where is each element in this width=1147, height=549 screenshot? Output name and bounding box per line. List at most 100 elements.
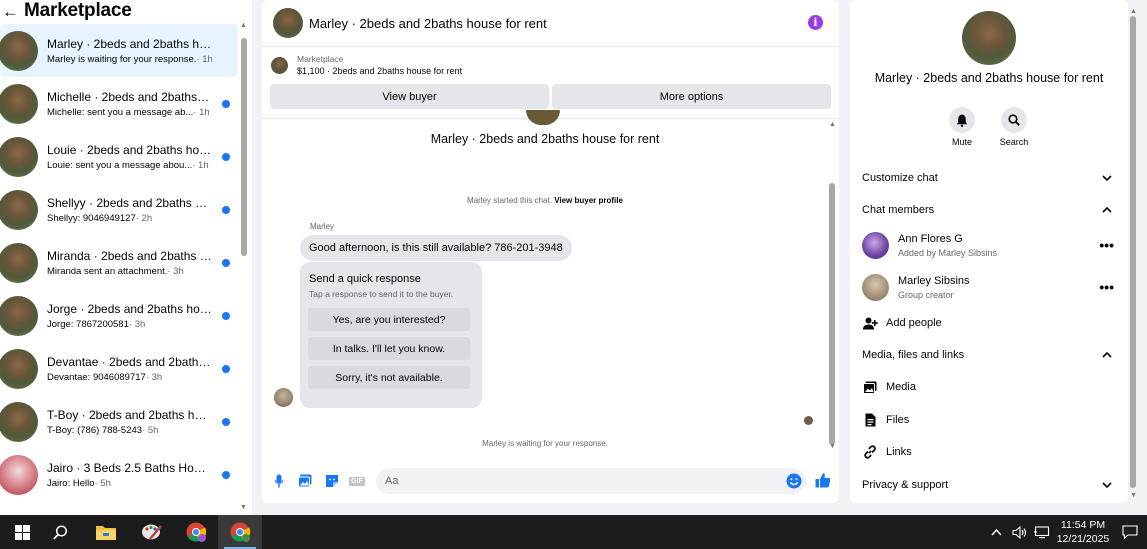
add-people-row[interactable]: Add people [862,314,942,332]
member-row[interactable]: Ann Flores G Added by Marley Sibsins ••• [862,231,1118,261]
scroll-up-arrow-icon[interactable]: ▲ [1130,8,1137,15]
listing-avatar[interactable] [962,11,1016,65]
conversation-item[interactable]: Michelle · 2beds and 2baths h... Michelle… [0,77,238,130]
sidebar-scrollbar[interactable]: ▲ ▼ [240,22,247,511]
conversation-preview: T-Boy: (786) 788-5243 [47,424,143,436]
scroll-up-arrow-icon[interactable]: ▲ [829,121,836,128]
photo-icon[interactable] [298,474,312,488]
chrome-profile-icon[interactable] [174,515,218,549]
marketplace-listing-bar[interactable]: Marketplace $1,100 · 2beds and 2baths ho… [262,47,839,83]
info-icon[interactable]: i [808,15,823,30]
media-row[interactable]: Media [862,378,916,396]
listing-thumbnail[interactable] [273,8,303,38]
mute-label: Mute [951,137,972,147]
chat-members-row[interactable]: Chat members [862,199,1118,221]
microphone-icon[interactable] [272,474,286,488]
media-files-links-label: Media, files and links [862,349,965,361]
listing-thumbnail [0,348,38,389]
conversation-item[interactable]: Devantae · 2beds and 2baths ... Devantae:… [0,342,238,395]
conversation-name: Michelle · 2beds and 2baths h... [47,89,212,104]
quick-response-yes-button[interactable]: Yes, are you interested? [308,308,470,331]
quick-response-subtitle: Tap a response to send it to the buyer. [309,289,454,299]
gif-icon[interactable]: GIF [349,474,365,488]
member-row[interactable]: Marley Sibsins Group creator ••• [862,273,1118,303]
member-avatar[interactable] [862,232,889,259]
conversation-item[interactable]: Louie · 2beds and 2baths hous... Louie: s… [0,130,238,183]
sender-avatar[interactable] [274,388,293,407]
conversation-item[interactable]: Jairo · 3 Beds 2.5 Baths House Jairo: Hel… [0,448,238,501]
more-options-button[interactable]: More options [552,84,831,109]
conversation-preview-line: Louie: sent you a message abou...· 1h [47,160,212,171]
sticker-icon[interactable] [325,474,339,488]
chat-title[interactable]: Marley · 2beds and 2baths house for rent [309,16,547,31]
files-row[interactable]: Files [862,411,909,429]
like-icon[interactable] [815,472,831,488]
search-icon[interactable] [38,515,82,549]
chat-listing-image [526,110,560,125]
quick-response-in-talks-button[interactable]: In talks. I'll let you know. [308,337,470,360]
chat-started-text: Marley started this chat. [467,196,552,205]
mute-action[interactable]: Mute [942,107,982,147]
emoji-icon[interactable] [786,473,802,489]
chevron-down-icon [1102,172,1112,184]
privacy-support-row[interactable]: Privacy & support [862,474,1118,496]
more-options-icon[interactable]: ••• [1099,279,1114,295]
listing-thumbnail [0,83,38,124]
conversation-item[interactable]: T-Boy · 2beds and 2baths hou... T-Boy: (7… [0,395,238,448]
chat-scrollbar[interactable]: ▲ ▼ [828,121,836,451]
conversation-preview-line: Miranda sent an attachment.· 3h [47,266,212,277]
more-options-icon[interactable]: ••• [1099,237,1114,253]
view-buyer-button[interactable]: View buyer [270,84,549,109]
member-role: Added by Marley Sibsins [898,248,998,258]
back-arrow-icon[interactable]: ← [2,3,24,20]
listing-thumbnail [0,189,38,230]
network-icon[interactable] [1034,515,1050,549]
details-scrollbar[interactable]: ▲ ▼ [1129,8,1137,502]
scroll-down-arrow-icon[interactable]: ▼ [240,504,247,511]
conversation-preview: Jairo: Hello [47,477,95,489]
quick-response-not-available-button[interactable]: Sorry, it's not available. [308,366,470,389]
chat-header: Marley · 2beds and 2baths house for rent… [262,0,839,47]
chrome-active-icon[interactable] [218,515,262,549]
details-scroll-thumb[interactable] [1130,16,1136,488]
conversation-name: Louie · 2beds and 2baths hous... [47,142,212,157]
conversation-preview: Louie: sent you a message abou... [47,159,193,171]
listing-thumbnail [0,242,38,283]
member-avatar[interactable] [862,274,889,301]
listing-thumbnail [0,454,38,495]
listing-thumbnail [0,136,38,177]
chat-scroll-thumb[interactable] [829,183,835,445]
customize-chat-row[interactable]: Customize chat [862,167,1118,189]
conversation-item[interactable]: Jorge · 2beds and 2baths house... Jorge: … [0,289,238,342]
conversation-item[interactable]: Marley · 2beds and 2baths hous... Marley … [0,24,238,77]
volume-icon[interactable] [1012,515,1028,549]
system-clock[interactable]: 11:54 PM 12/21/2025 [1053,518,1113,546]
incoming-message[interactable]: Good afternoon, is this still available?… [300,235,572,261]
media-files-links-row[interactable]: Media, files and links [862,344,1118,366]
listing-thumbnail [0,30,38,71]
conversation-name: Jorge · 2beds and 2baths house... [47,301,212,316]
conversation-item[interactable]: Miranda · 2beds and 2baths h... Miranda s… [0,236,238,289]
sidebar-header: ← Marketplace [0,0,252,22]
sidebar-scroll-thumb[interactable] [241,38,247,256]
message-area: Marley · 2beds and 2baths house for rent… [262,110,828,459]
conversation-preview-line: Jorge: 7867200581· 3h [47,319,212,330]
conversation-time: · 1h [192,159,209,171]
scroll-down-arrow-icon[interactable]: ▼ [1130,492,1137,499]
conversation-text: Louie · 2beds and 2baths hous... Louie: s… [47,143,212,171]
scroll-down-arrow-icon[interactable]: ▼ [829,443,836,450]
scroll-up-arrow-icon[interactable]: ▲ [240,22,247,29]
message-input[interactable] [376,468,806,494]
notifications-icon[interactable] [1122,515,1138,549]
listing-price-title: $1,100 · 2beds and 2baths house for rent [297,66,463,76]
file-explorer-icon[interactable] [84,515,128,549]
conversation-item[interactable]: Shellyy · 2beds and 2baths hou... Shellyy… [0,183,238,236]
listing-thumbnail [0,401,38,442]
search-icon[interactable] [1001,107,1027,133]
links-row[interactable]: Links [862,443,912,461]
paint-app-icon[interactable] [130,515,174,549]
search-action[interactable]: Search [994,107,1034,147]
show-hidden-icons-icon[interactable] [991,515,1002,549]
view-buyer-profile-link[interactable]: View buyer profile [554,196,623,205]
bell-icon[interactable] [949,107,975,133]
